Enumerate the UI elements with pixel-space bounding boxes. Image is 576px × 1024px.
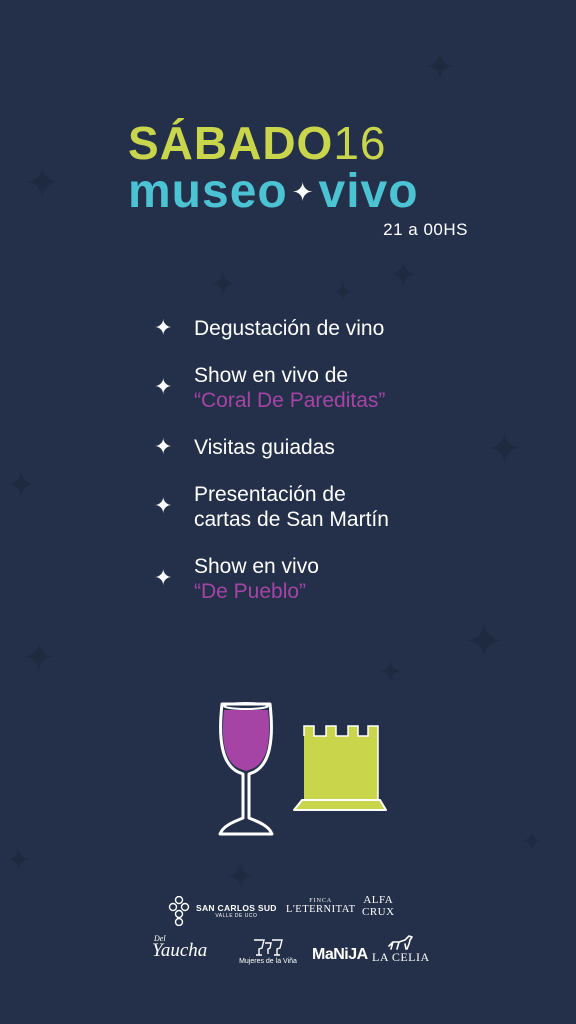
event-title-part2: vivo bbox=[318, 165, 419, 218]
logo-text: L'ETERNITAT bbox=[286, 904, 356, 915]
background-star-icon: ✦ bbox=[210, 265, 237, 303]
day-number: 16 bbox=[333, 117, 387, 169]
activity-text: cartas de San Martín bbox=[194, 508, 389, 531]
activity-text: Presentación de bbox=[194, 483, 346, 506]
logo-alfa-crux: ALFA CRUX bbox=[362, 894, 395, 918]
background-star-icon: ✦ bbox=[424, 45, 456, 89]
activity-item: ✦ Show en vivo “De Pueblo” bbox=[150, 554, 480, 604]
activity-item: ✦ Visitas guiadas bbox=[150, 435, 480, 460]
sparkle-icon: ✦ bbox=[291, 178, 315, 208]
background-star-icon: ✦ bbox=[6, 465, 37, 506]
background-star-icon: ✦ bbox=[226, 857, 255, 897]
activity-text: Show en vivo bbox=[194, 555, 319, 578]
grape-icon bbox=[168, 896, 190, 926]
logo-manija: MaNiJA bbox=[312, 946, 368, 963]
sparkle-icon: ✦ bbox=[154, 566, 173, 591]
activity-item: ✦ Presentación de cartas de San Martín bbox=[150, 482, 480, 532]
background-star-icon: ✦ bbox=[486, 424, 523, 475]
event-header: SÁBADO16 museo ✦vivo 21 a 00HS bbox=[128, 120, 478, 250]
event-date: SÁBADO16 bbox=[128, 120, 387, 166]
logo-del-yaucha: Del Yaucha bbox=[152, 934, 208, 962]
logo-text: SAN CARLOS SUD bbox=[196, 903, 277, 913]
horse-icon bbox=[388, 935, 413, 950]
background-star-icon: ✦ bbox=[378, 655, 404, 690]
activity-text: Visitas guiadas bbox=[194, 436, 335, 459]
background-star-icon: ✦ bbox=[332, 278, 354, 308]
logo-text: Mujeres de la Viña bbox=[239, 958, 297, 965]
logo-la-celia: LA CELIA bbox=[372, 934, 430, 965]
activity-text: Degustación de vino bbox=[194, 317, 385, 340]
activity-item: ✦ Show en vivo de “Coral De Pareditas” bbox=[150, 363, 480, 413]
wine-glass-icon bbox=[218, 702, 274, 836]
tower-icon bbox=[293, 725, 387, 811]
logo-finca-leternitat: FINCA L'ETERNITAT bbox=[286, 898, 356, 915]
logo-text: CRUX bbox=[362, 906, 395, 918]
activities-list: ✦ Degustación de vino ✦ Show en vivo de … bbox=[150, 316, 480, 626]
logo-text: Yaucha bbox=[152, 940, 208, 961]
activity-highlight: “De Pueblo” bbox=[194, 580, 307, 603]
event-title-part1: museo bbox=[128, 165, 288, 218]
logo-subtext: Del bbox=[154, 934, 166, 943]
background-star-icon: ✦ bbox=[388, 255, 419, 296]
day-name: SÁBADO bbox=[128, 117, 334, 169]
background-star-icon: ✦ bbox=[22, 635, 56, 681]
wine-glasses-icon bbox=[254, 939, 283, 956]
event-title: museo ✦vivo bbox=[128, 168, 419, 216]
sparkle-icon: ✦ bbox=[154, 434, 173, 460]
sparkle-icon: ✦ bbox=[154, 375, 173, 400]
activity-item: ✦ Degustación de vino bbox=[150, 316, 480, 341]
wine-and-tower-illustration bbox=[218, 702, 387, 836]
background-star-icon: ✦ bbox=[6, 843, 32, 878]
sponsors-logos: SAN CARLOS SUD VALLE DE UCO FINCA L'ETER… bbox=[140, 890, 440, 980]
event-hours: 21 a 00HS bbox=[383, 220, 468, 239]
background-star-icon: ✦ bbox=[520, 825, 544, 858]
logo-text: ALFA bbox=[363, 894, 394, 906]
logo-subtext: VALLE DE UCO bbox=[215, 913, 258, 919]
logo-text: LA CELIA bbox=[372, 950, 430, 964]
activity-text: Show en vivo de bbox=[194, 364, 349, 387]
sparkle-icon: ✦ bbox=[154, 315, 173, 341]
sparkle-icon: ✦ bbox=[154, 494, 173, 519]
logo-san-carlos-sud: SAN CARLOS SUD VALLE DE UCO bbox=[166, 896, 277, 926]
background-star-icon: ✦ bbox=[24, 158, 61, 209]
activity-highlight: “Coral De Pareditas” bbox=[194, 389, 386, 412]
logo-mujeres-de-la-vina: Mujeres de la Viña bbox=[237, 938, 299, 965]
